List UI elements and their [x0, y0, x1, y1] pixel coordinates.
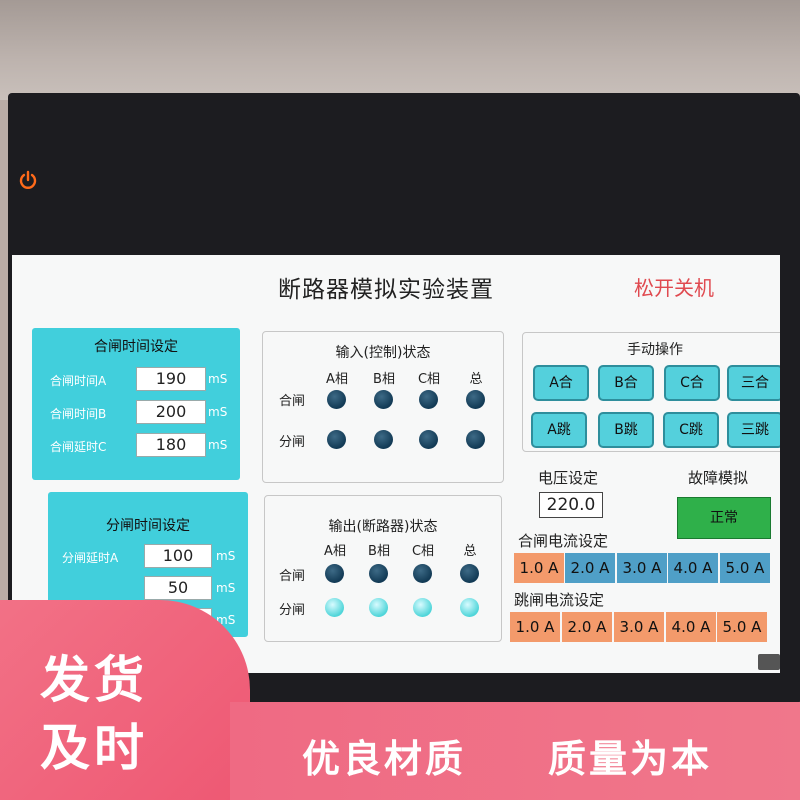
trip-current-label: 跳闸电流设定 [514, 591, 605, 609]
close-current-option[interactable]: 2.0 A [565, 553, 616, 583]
close-all-button[interactable]: 三合 [727, 365, 780, 401]
close-current-option[interactable]: 3.0 A [617, 553, 668, 583]
open-time-a-input[interactable]: 100 [144, 544, 212, 568]
open-time-a-label: 分闸延时A [62, 551, 119, 565]
promo-text-quality-first: 质量为本 [548, 737, 713, 781]
close-time-a-unit: mS [208, 372, 228, 386]
page-title: 断路器模拟实验装置 [278, 277, 494, 303]
power-icon[interactable] [18, 170, 38, 190]
close-time-a-input[interactable]: 190 [136, 367, 206, 391]
input-close-b-led [374, 390, 393, 409]
close-time-b-input[interactable]: 200 [136, 400, 206, 424]
close-a-button[interactable]: A合 [533, 365, 589, 401]
wall-background [0, 0, 800, 100]
input-open-c-led [419, 430, 438, 449]
input-col-b: B相 [373, 372, 395, 387]
output-col-a: A相 [324, 544, 346, 559]
output-close-total-led [460, 564, 479, 583]
output-open-total-led [460, 598, 479, 617]
close-b-button[interactable]: B合 [598, 365, 654, 401]
manual-panel: 手动操作 A合 B合 C合 三合 A跳 B跳 C跳 三跳 [522, 332, 780, 452]
trip-c-button[interactable]: C跳 [663, 412, 719, 448]
input-col-c: C相 [417, 372, 441, 387]
input-col-total: 总 [469, 372, 483, 387]
output-close-a-led [325, 564, 344, 583]
voltage-label: 电压设定 [538, 469, 599, 487]
output-col-total: 总 [463, 544, 477, 559]
input-open-b-led [374, 430, 393, 449]
input-row-close: 合闸 [279, 394, 306, 409]
output-open-c-led [413, 598, 432, 617]
trip-a-button[interactable]: A跳 [531, 412, 587, 448]
promo-text-quality-material: 优良材质 [302, 737, 467, 781]
output-open-a-led [325, 598, 344, 617]
close-time-c-unit: mS [208, 438, 228, 452]
close-time-c-label: 合闸延时C [50, 440, 107, 454]
promo-band: 优良材质 质量为本 [230, 702, 800, 800]
output-status-title: 输出(断路器)状态 [328, 519, 438, 535]
close-current-option[interactable]: 5.0 A [720, 553, 771, 583]
close-time-c-input[interactable]: 180 [136, 433, 206, 457]
open-time-title: 分闸时间设定 [106, 518, 190, 534]
open-time-b-unit: mS [216, 581, 236, 595]
input-open-total-led [466, 430, 485, 449]
output-status-panel: 输出(断路器)状态 A相 B相 C相 总 合闸 分闸 [264, 495, 502, 642]
trip-current-option[interactable]: 3.0 A [614, 612, 665, 642]
open-time-b-input[interactable]: 50 [144, 576, 212, 600]
close-time-b-label: 合闸时间B [50, 407, 107, 421]
fault-label: 故障模拟 [688, 469, 749, 487]
close-c-button[interactable]: C合 [664, 365, 720, 401]
close-time-a-label: 合闸时间A [50, 374, 107, 388]
trip-current-option[interactable]: 1.0 A [510, 612, 561, 642]
open-time-a-unit: mS [216, 549, 236, 563]
output-col-c: C相 [411, 544, 435, 559]
output-col-b: B相 [368, 544, 390, 559]
output-row-close: 合闸 [279, 569, 306, 584]
input-close-a-led [327, 390, 346, 409]
input-col-a: A相 [326, 372, 348, 387]
voltage-input[interactable]: 220.0 [539, 492, 603, 518]
input-status-panel: 输入(控制)状态 A相 B相 C相 总 合闸 分闸 [262, 331, 504, 483]
input-close-c-led [419, 390, 438, 409]
trip-b-button[interactable]: B跳 [598, 412, 654, 448]
close-time-b-unit: mS [208, 405, 228, 419]
output-open-b-led [369, 598, 388, 617]
close-time-panel: 合闸时间设定 合闸时间A 190 mS 合闸时间B 200 mS 合闸延时C 1… [32, 328, 240, 480]
fault-normal-button[interactable]: 正常 [677, 497, 771, 539]
close-current-option[interactable]: 1.0 A [514, 553, 565, 583]
input-row-open: 分闸 [279, 435, 306, 450]
input-open-a-led [327, 430, 346, 449]
output-close-c-led [413, 564, 432, 583]
trip-current-option[interactable]: 4.0 A [666, 612, 717, 642]
promo-badge: 发货 及时 [0, 600, 250, 800]
trip-current-option[interactable]: 2.0 A [562, 612, 613, 642]
output-row-open: 分闸 [279, 603, 306, 618]
manual-title: 手动操作 [627, 342, 683, 358]
promo-text-on-time: 及时 [40, 719, 148, 777]
close-current-option[interactable]: 4.0 A [668, 553, 719, 583]
close-time-title: 合闸时间设定 [94, 339, 178, 355]
promo-text-fast-shipping: 发货 [40, 651, 148, 709]
output-close-b-led [369, 564, 388, 583]
trip-current-option[interactable]: 5.0 A [717, 612, 768, 642]
close-current-label: 合闸电流设定 [518, 532, 609, 550]
input-close-total-led [466, 390, 485, 409]
power-off-button[interactable]: 松开关机 [634, 272, 714, 301]
back-icon[interactable] [758, 654, 780, 670]
input-status-title: 输入(控制)状态 [335, 345, 431, 361]
trip-all-button[interactable]: 三跳 [727, 412, 780, 448]
